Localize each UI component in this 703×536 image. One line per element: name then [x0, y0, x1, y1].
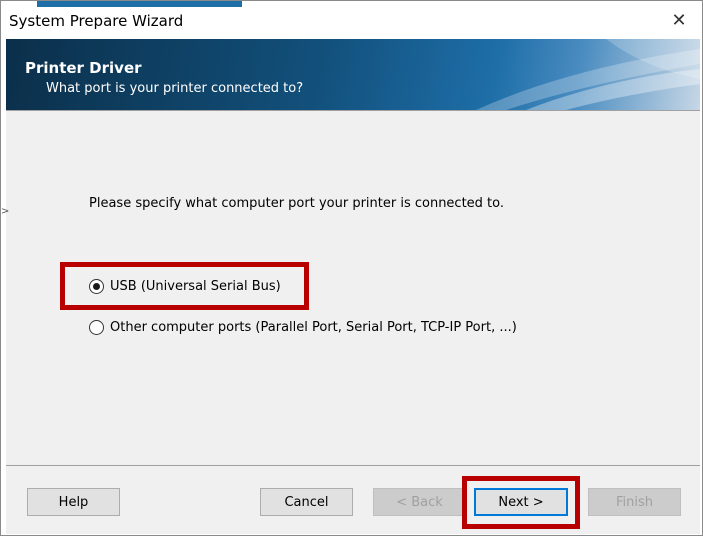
close-button[interactable]: ✕: [656, 1, 702, 39]
other-ports-radio[interactable]: [89, 320, 104, 335]
usb-option[interactable]: USB (Universal Serial Bus): [89, 279, 281, 294]
usb-option-label[interactable]: USB (Universal Serial Bus): [110, 279, 281, 294]
window-title: System Prepare Wizard: [9, 12, 184, 30]
other-ports-option[interactable]: Other computer ports (Parallel Port, Ser…: [89, 320, 517, 335]
other-ports-option-label[interactable]: Other computer ports (Parallel Port, Ser…: [110, 320, 517, 335]
finish-button[interactable]: Finish: [588, 488, 681, 516]
port-prompt-text: Please specify what computer port your p…: [89, 196, 505, 211]
help-button[interactable]: Help: [27, 488, 120, 516]
banner-title: Printer Driver: [25, 59, 142, 77]
title-bar[interactable]: System Prepare Wizard ✕: [1, 1, 702, 39]
banner-subtitle: What port is your printer connected to?: [46, 81, 304, 96]
close-icon: ✕: [671, 9, 687, 31]
background-edge-glyph: >: [1, 206, 10, 217]
cancel-button[interactable]: Cancel: [260, 488, 353, 516]
wizard-window: System Prepare Wizard ✕ Printer Driver W…: [0, 0, 703, 536]
next-button[interactable]: Next >: [474, 488, 568, 516]
radio-selected-dot: [93, 283, 100, 290]
usb-radio[interactable]: [89, 279, 104, 294]
header-banner: Printer Driver What port is your printer…: [6, 39, 700, 110]
background-window-strip: [37, 1, 242, 7]
back-button[interactable]: < Back: [373, 488, 466, 516]
